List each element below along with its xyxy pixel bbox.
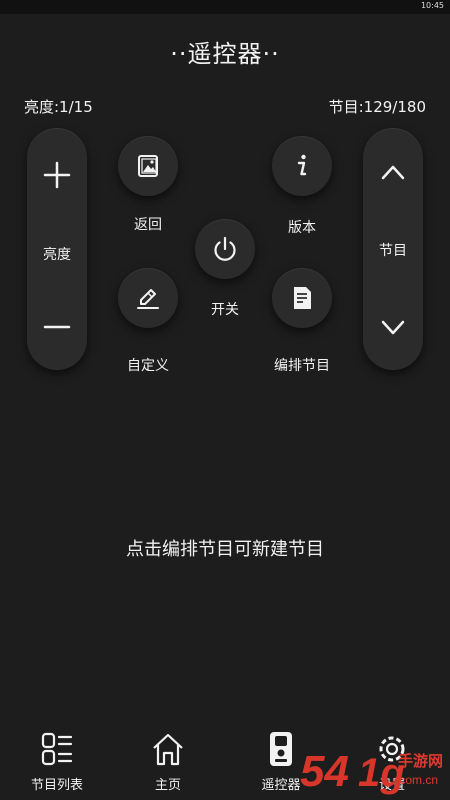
program-control: 节目 (363, 128, 423, 370)
brightness-label: 亮度 (43, 247, 71, 263)
image-icon (138, 155, 158, 177)
tab-home[interactable]: 主页 (123, 726, 213, 800)
edit-program-button[interactable] (272, 268, 332, 328)
hint-text: 点击编排节目可新建节目 (126, 539, 324, 560)
version-button[interactable] (272, 136, 332, 196)
remote-icon (270, 732, 292, 766)
program-label: 节目 (379, 243, 407, 259)
edit-program-label: 编排节目 (274, 358, 330, 374)
custom-button[interactable] (118, 268, 178, 328)
power-icon (214, 236, 236, 261)
plus-icon[interactable] (42, 160, 72, 190)
status-time: 10:45 (420, 1, 444, 10)
pen-icon (137, 289, 159, 309)
power-button[interactable] (195, 219, 255, 279)
tab-label: 主页 (154, 778, 181, 793)
status-bar: 10:45 (0, 0, 450, 14)
svg-text:54: 54 (300, 747, 349, 796)
brightness-readout: 亮度:1/15 (24, 98, 93, 116)
chevron-down-icon[interactable] (378, 312, 408, 342)
document-icon (294, 287, 311, 309)
back-label: 返回 (134, 217, 162, 233)
tab-program-list[interactable]: 节目列表 (12, 726, 102, 800)
power-label: 开关 (211, 302, 239, 318)
program-readout: 节目:129/180 (328, 98, 426, 116)
custom-label: 自定义 (127, 358, 169, 374)
version-label: 版本 (288, 220, 316, 236)
minus-icon[interactable] (42, 312, 72, 342)
svg-text:手游网: 手游网 (398, 752, 443, 770)
watermark-logo: 54 1g 手游网 .com.cn (300, 747, 443, 796)
svg-text:.com.cn: .com.cn (396, 773, 438, 787)
brightness-control: 亮度 (27, 128, 87, 370)
list-icon (41, 732, 73, 766)
back-button[interactable] (118, 136, 178, 196)
chevron-up-icon[interactable] (378, 158, 408, 188)
page-title: ··遥控器·· (170, 40, 280, 68)
tab-label: 节目列表 (30, 778, 83, 793)
info-icon (297, 154, 307, 176)
home-icon (153, 733, 183, 766)
